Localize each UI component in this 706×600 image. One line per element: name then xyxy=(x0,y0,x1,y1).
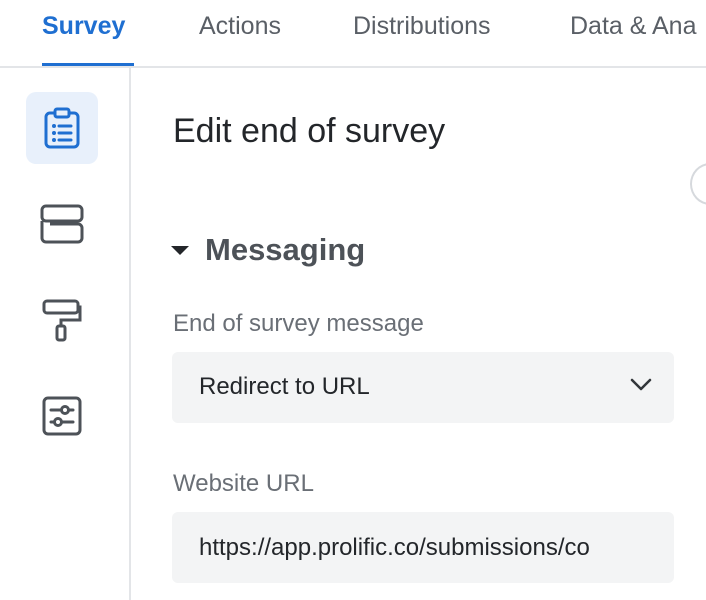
website-url-field xyxy=(172,512,674,583)
sidebar-item-look-and-feel[interactable] xyxy=(26,284,98,356)
sidebar-item-survey-flow[interactable] xyxy=(26,92,98,164)
tab-distributions[interactable]: Distributions xyxy=(353,12,491,46)
top-navigation: Survey Actions Distributions Data & Ana xyxy=(0,0,706,68)
section-title: Messaging xyxy=(205,232,366,267)
sliders-settings-icon xyxy=(42,396,82,436)
edit-panel: Edit end of survey Messaging End of surv… xyxy=(131,68,706,600)
clipboard-icon xyxy=(44,107,80,149)
chevron-down-icon xyxy=(630,378,652,391)
end-message-select[interactable]: Redirect to URL xyxy=(172,352,674,423)
blocks-layout-icon xyxy=(40,204,84,244)
sidebar-item-survey-options[interactable] xyxy=(26,380,98,452)
tab-actions[interactable]: Actions xyxy=(199,12,281,46)
panel-title: Edit end of survey xyxy=(173,112,446,150)
end-message-label: End of survey message xyxy=(173,310,424,337)
caret-down-icon xyxy=(171,245,189,255)
messaging-section-toggle[interactable]: Messaging xyxy=(171,232,365,268)
panel-control-button[interactable] xyxy=(690,163,706,205)
active-tab-indicator xyxy=(42,63,134,66)
paint-roller-icon xyxy=(42,299,82,342)
tab-survey[interactable]: Survey xyxy=(42,12,125,46)
end-message-value: Redirect to URL xyxy=(199,373,370,400)
left-sidebar xyxy=(0,68,131,600)
sidebar-item-blocks[interactable] xyxy=(26,188,98,260)
tab-data-analysis[interactable]: Data & Ana xyxy=(570,12,696,46)
website-url-label: Website URL xyxy=(173,470,314,497)
website-url-input[interactable] xyxy=(199,532,648,564)
